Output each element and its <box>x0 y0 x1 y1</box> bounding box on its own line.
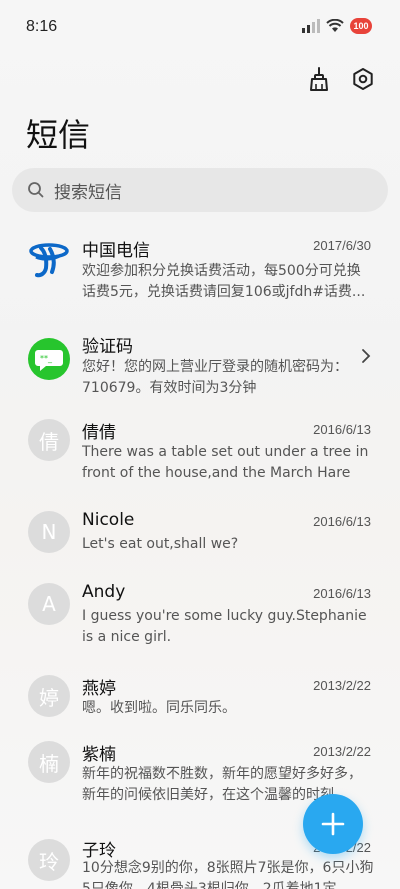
status-icons: 100 <box>302 18 372 34</box>
avatar: 倩 <box>28 419 70 461</box>
settings-button[interactable] <box>348 64 378 94</box>
contact-name: 燕婷 <box>82 679 116 699</box>
message-snippet: 嗯。收到啦。同乐同乐。 <box>82 700 236 716</box>
message-snippet: 您好！您的网上营业厅登录的随机密码为：710679。有效时间为3分钟 <box>82 359 348 396</box>
status-bar: 8:16 100 <box>0 0 400 56</box>
avatar <box>28 238 70 280</box>
message-date: 2016/6/13 <box>313 586 371 601</box>
status-time: 8:16 <box>26 18 58 35</box>
contact-name: 紫楠 <box>82 745 116 765</box>
chevron-right-icon <box>362 349 371 363</box>
message-date: 2017/6/30 <box>313 238 371 253</box>
conversation-item[interactable]: **_ 验证码 您好！您的网上营业厅登录的随机密码为：710679。有效时间为3… <box>0 318 400 398</box>
conversation-item[interactable]: N Nicole 2016/6/13 Let's eat out,shall w… <box>0 504 400 576</box>
search-placeholder: 搜索短信 <box>54 182 122 203</box>
conversation-item[interactable]: 婷 燕婷 2013/2/22 嗯。收到啦。同乐同乐。 <box>0 668 400 740</box>
avatar: **_ <box>28 338 70 380</box>
avatar: N <box>28 511 70 553</box>
conversation-item[interactable]: 倩 倩倩 2016/6/13 There was a table set out… <box>0 412 400 492</box>
top-toolbar <box>304 64 378 94</box>
contact-name: 倩倩 <box>82 423 116 443</box>
verification-code-icon: **_ <box>35 350 63 371</box>
contact-name: Nicole <box>82 510 135 530</box>
gear-icon <box>353 68 373 90</box>
battery-icon: 100 <box>350 18 372 34</box>
message-snippet: I guess you're some lucky guy.Stephanie … <box>82 608 367 645</box>
wifi-icon <box>326 19 344 32</box>
message-date: 2013/2/22 <box>313 744 371 759</box>
contact-name: Andy <box>82 582 126 602</box>
avatar: A <box>28 583 70 625</box>
avatar: 玲 <box>28 839 70 881</box>
broom-icon <box>310 67 328 91</box>
message-date: 2016/6/13 <box>313 514 371 529</box>
conversation-item[interactable]: 中国电信 2017/6/30 欢迎参加积分兑换话费活动，每500分可兑换话费5元… <box>0 222 400 304</box>
message-date: 2013/2/22 <box>313 678 371 693</box>
contact-name: 验证码 <box>82 337 133 357</box>
new-message-button[interactable] <box>303 794 363 854</box>
message-date: 2016/6/13 <box>313 422 371 437</box>
clean-button[interactable] <box>304 64 334 94</box>
plus-icon <box>321 812 345 836</box>
china-telecom-logo-icon <box>29 243 69 278</box>
avatar: 楠 <box>28 741 70 783</box>
search-icon <box>28 182 44 198</box>
conversation-item[interactable]: A Andy 2016/6/13 I guess you're some luc… <box>0 576 400 656</box>
message-snippet: 10分想念9别的你，8张照片7张是你，6只小狗5只像你，4根骨头3根归你，2瓜着… <box>82 860 374 889</box>
message-snippet: Let's eat out,shall we? <box>82 536 239 552</box>
message-snippet: There was a table set out under a tree i… <box>82 444 369 481</box>
search-input[interactable]: 搜索短信 <box>12 168 388 212</box>
message-snippet: 欢迎参加积分兑换话费活动，每500分可兑换话费5元，兑换话费请回复106或jfd… <box>82 263 366 300</box>
avatar: 婷 <box>28 675 70 717</box>
svg-text:**_: **_ <box>40 354 53 363</box>
contact-name: 中国电信 <box>82 241 150 261</box>
signal-icon <box>302 19 320 33</box>
page-title: 短信 <box>26 116 91 154</box>
